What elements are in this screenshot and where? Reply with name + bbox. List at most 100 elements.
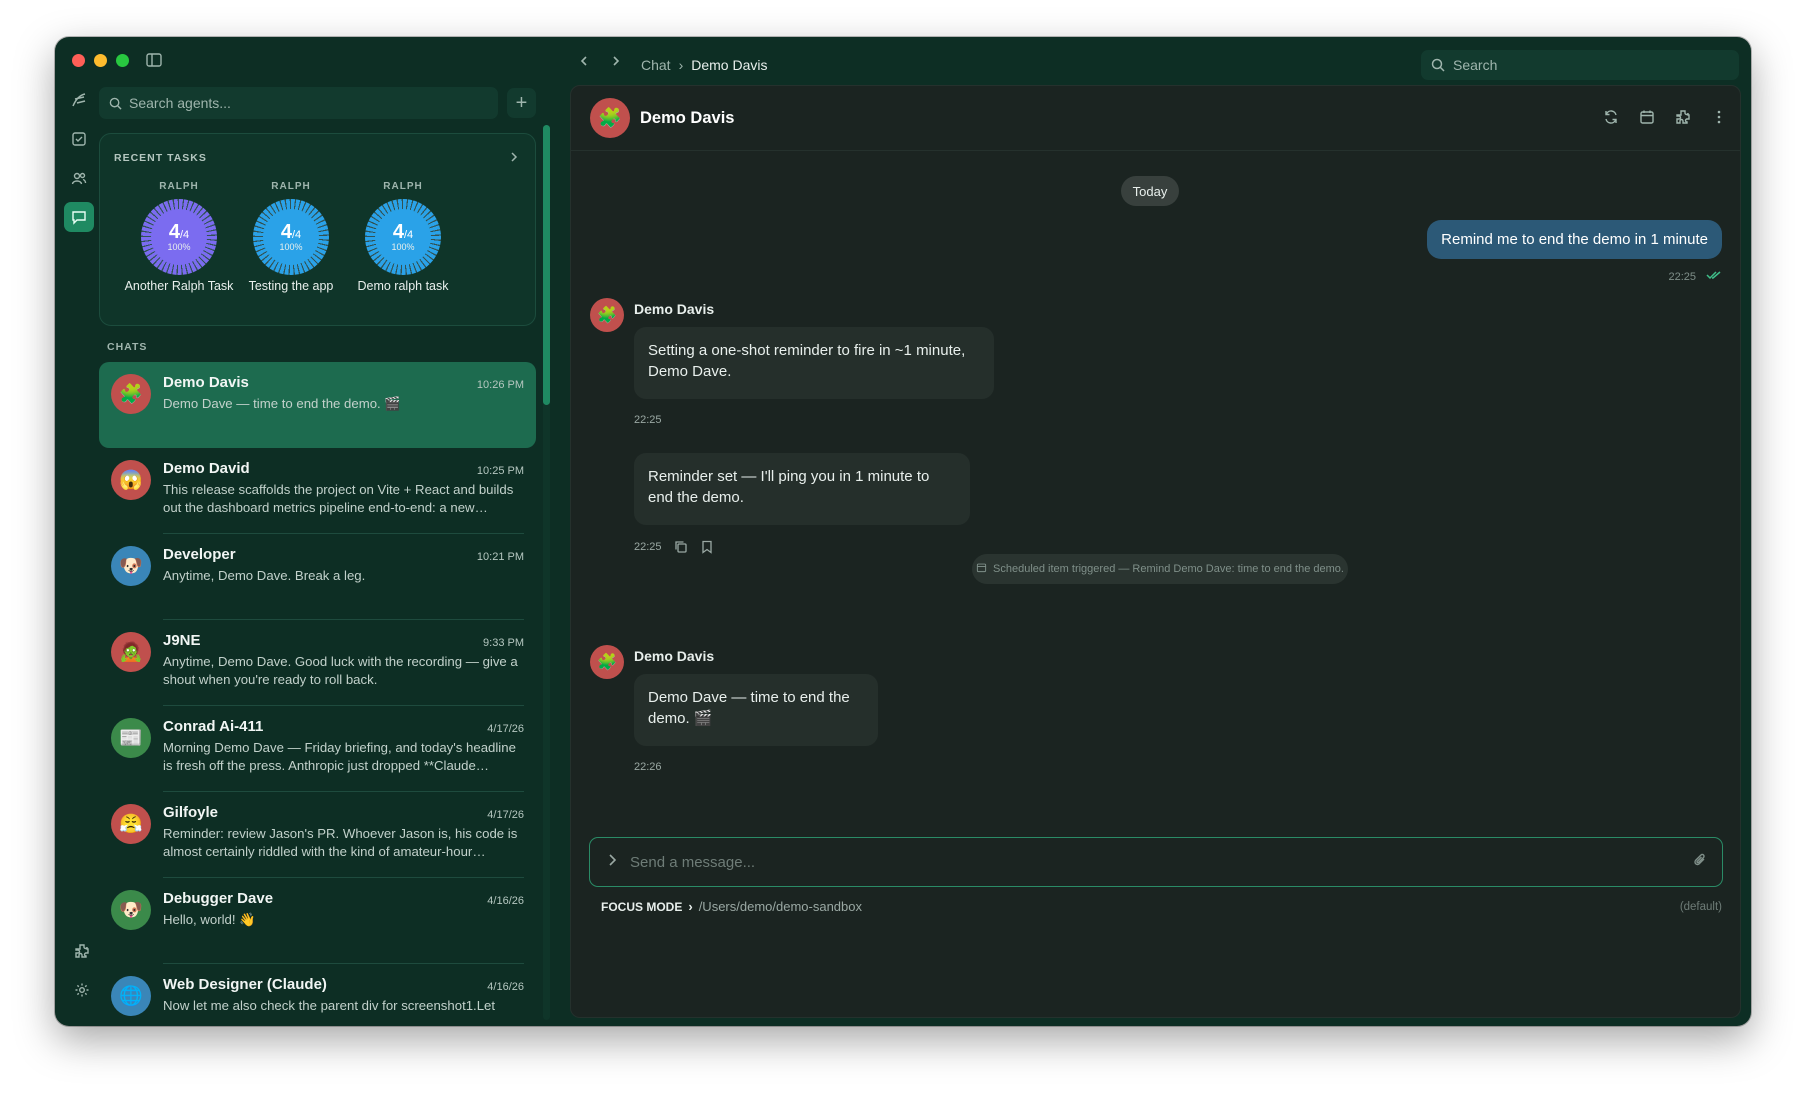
task-name: Testing the app <box>248 279 334 293</box>
chat-list-item[interactable]: 🧟 J9NE 9:33 PM Anytime, Demo Dave. Good luc… <box>99 620 536 706</box>
chat-time: 9:33 PM <box>483 637 524 649</box>
forward-arrow-icon[interactable] <box>607 52 625 70</box>
chat-time: 10:25 PM <box>476 465 524 477</box>
more-vertical-icon[interactable] <box>1710 108 1728 126</box>
message-timestamp: 22:25 <box>634 414 662 426</box>
rail-bottom <box>64 936 97 1014</box>
task-done: 4 <box>168 221 180 243</box>
chat-list-item[interactable]: 📰 Conrad Ai-411 4/17/26 Morning Demo Dave —… <box>99 706 536 792</box>
working-directory[interactable]: /Users/demo/demo-sandbox <box>699 899 862 914</box>
global-search-placeholder: Search <box>1453 57 1498 73</box>
tasks-icon[interactable] <box>64 124 94 154</box>
calendar-icon[interactable] <box>1638 108 1656 126</box>
user-message-bubble: Remind me to end the demo in 1 minute <box>1427 220 1722 259</box>
avatar[interactable]: 🧩 <box>590 98 630 138</box>
user-message-meta: 22:25 <box>1668 270 1722 283</box>
back-arrow-icon[interactable] <box>575 52 593 70</box>
chat-list-item[interactable]: 🧩 Demo Davis 10:26 PM Demo Dave — time to e… <box>99 362 536 448</box>
chat-list-item[interactable]: 😱 Demo David 10:25 PM This release scaffold… <box>99 448 536 534</box>
maximize-window-button[interactable] <box>116 54 129 67</box>
agent-search-row: Search agents... + <box>99 87 536 119</box>
plugins-icon[interactable] <box>1674 108 1692 126</box>
recent-task-card[interactable]: RALPH 4/4 100% Testing the app <box>235 181 347 294</box>
avatar-emoji: 🐶 <box>119 900 143 921</box>
paperclip-icon[interactable] <box>1692 852 1708 873</box>
avatar-emoji: 😱 <box>119 470 143 491</box>
task-progress-ring: 4/4 100% <box>365 199 441 275</box>
minimize-window-button[interactable] <box>94 54 107 67</box>
chat-icon[interactable] <box>64 202 94 232</box>
avatar: 🐶 <box>111 890 151 930</box>
chat-panel: 🧩 Demo Davis Today Remind me to end the … <box>570 85 1741 1018</box>
task-owner: RALPH <box>159 181 199 192</box>
chats-section-label: CHATS <box>107 341 148 353</box>
task-progress-center: 4/4 100% <box>375 209 431 265</box>
chat-time: 4/17/26 <box>487 809 524 821</box>
bookmark-icon[interactable] <box>700 540 714 554</box>
calendar-icon <box>976 562 987 576</box>
recent-tasks-title: RECENT TASKS <box>114 152 207 164</box>
task-progress-center: 4/4 100% <box>263 209 319 265</box>
chat-preview: Morning Demo Dave — Friday briefing, and… <box>163 740 516 773</box>
task-done: 4 <box>392 221 404 243</box>
task-owner: RALPH <box>383 181 423 192</box>
avatar[interactable]: 🧩 <box>590 645 624 679</box>
breadcrumb-chat[interactable]: Chat <box>641 57 671 73</box>
chat-preview: Anytime, Demo Dave. Break a leg. <box>163 568 366 583</box>
chat-list-item[interactable]: 🐶 Debugger Dave 4/16/26 Hello, world! 👋 <box>99 878 536 964</box>
task-percent: 100% <box>167 242 191 252</box>
chat-time: 4/16/26 <box>487 895 524 907</box>
breadcrumb-chevron-icon: › <box>678 57 684 73</box>
puzzle-icon: 🧩 <box>597 307 617 324</box>
chevron-right-icon[interactable] <box>509 149 519 167</box>
avatar: 😱 <box>111 460 151 500</box>
search-icon <box>109 97 122 110</box>
chat-name: Developer <box>163 546 236 563</box>
assistant-message-bubble: Demo Dave — time to end the demo. 🎬 <box>634 674 878 746</box>
task-progress-ring: 4/4 100% <box>141 199 217 275</box>
chevron-right-icon: › <box>688 899 693 914</box>
plugins-icon[interactable] <box>67 936 97 966</box>
avatar: 📰 <box>111 718 151 758</box>
logo-icon[interactable] <box>64 85 94 115</box>
chat-time: 10:21 PM <box>476 551 524 563</box>
avatar: 😤 <box>111 804 151 844</box>
agent-search-input[interactable]: Search agents... <box>99 87 498 119</box>
chat-preview: Reminder: review Jason's PR. Whoever Jas… <box>163 826 518 859</box>
avatar-emoji: 🐶 <box>119 556 143 577</box>
avatar[interactable]: 🧩 <box>590 298 624 332</box>
recent-task-card[interactable]: RALPH 4/4 100% Demo ralph task <box>347 181 459 294</box>
settings-gear-icon[interactable] <box>67 975 97 1005</box>
focus-mode-row: FOCUS MODE › /Users/demo/demo-sandbox <box>601 899 862 914</box>
close-window-button[interactable] <box>72 54 85 67</box>
date-divider: Today <box>1121 176 1179 206</box>
task-done: 4 <box>280 221 292 243</box>
task-percent: 100% <box>279 242 303 252</box>
focus-mode-button[interactable]: FOCUS MODE <box>601 900 682 914</box>
agents-icon[interactable] <box>64 163 94 193</box>
avatar-emoji: 📰 <box>119 728 143 749</box>
chevron-right-icon[interactable] <box>608 853 618 871</box>
chat-list-item[interactable]: 🌐 Web Designer (Claude) 4/16/26 Now let me … <box>99 964 536 1026</box>
avatar-emoji: 😤 <box>119 814 143 835</box>
chat-list-item[interactable]: 🐶 Developer 10:21 PM Anytime, Demo Dave. Br… <box>99 534 536 620</box>
refresh-icon[interactable] <box>1602 108 1620 126</box>
icon-rail <box>61 85 97 1020</box>
task-progress-ring: 4/4 100% <box>253 199 329 275</box>
chat-list-item[interactable]: 😤 Gilfoyle 4/17/26 Reminder: review Jason's… <box>99 792 536 878</box>
recent-task-card[interactable]: RALPH 4/4 100% Another Ralph Task <box>123 181 235 294</box>
agent-sidebar: Search agents... + RECENT TASKS RALPH 4/4… <box>99 85 536 1020</box>
chat-preview: Hello, world! 👋 <box>163 912 256 927</box>
chat-name: Debugger Dave <box>163 890 274 907</box>
copy-icon[interactable] <box>674 540 688 554</box>
scrollbar-thumb[interactable] <box>543 125 550 405</box>
add-agent-button[interactable]: + <box>506 88 536 118</box>
chat-preview: Demo Dave — time to end the demo. 🎬 <box>163 396 401 411</box>
sidebar-scrollbar[interactable] <box>543 125 550 1020</box>
recent-tasks-card: RECENT TASKS RALPH 4/4 100% Another Ralph T… <box>99 133 536 326</box>
global-search-input[interactable]: Search <box>1421 50 1739 80</box>
message-input[interactable] <box>630 853 1660 871</box>
puzzle-icon: 🧩 <box>597 654 617 671</box>
search-icon <box>1431 58 1445 72</box>
sidebar-toggle-icon[interactable] <box>145 51 163 69</box>
